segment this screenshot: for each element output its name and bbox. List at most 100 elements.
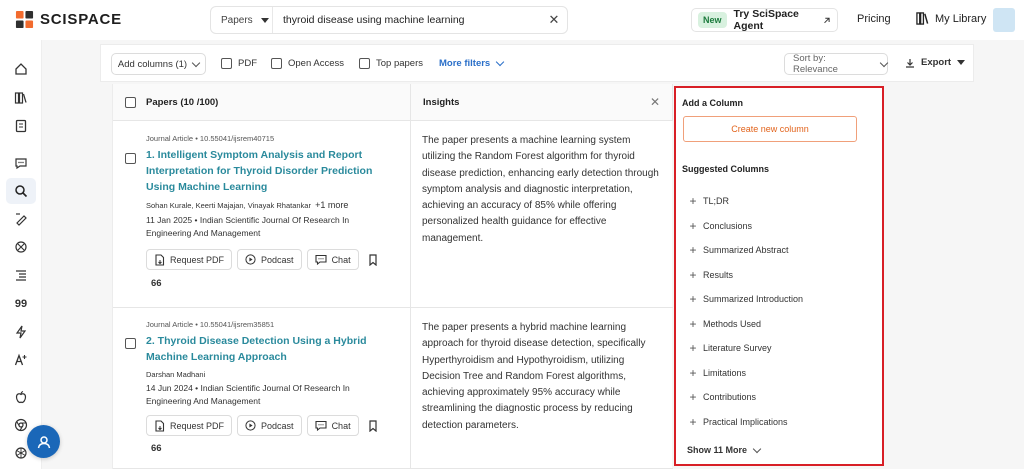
insights-header-label: Insights <box>423 96 460 108</box>
pdf-filter[interactable]: PDF <box>221 58 257 69</box>
ai-detector-icon[interactable] <box>13 239 29 255</box>
suggested-column-item[interactable]: + Contributions <box>689 390 756 404</box>
caret-down-icon <box>260 17 269 23</box>
plus-icon: + <box>689 317 697 331</box>
close-column-icon[interactable]: ✕ <box>650 95 660 109</box>
search-icon[interactable] <box>13 183 29 199</box>
search-input[interactable] <box>273 7 541 33</box>
more-authors-link[interactable]: +1 more <box>315 200 348 210</box>
paper-title-link[interactable]: 1. Intelligent Symptom Analysis and Repo… <box>146 147 401 195</box>
suggested-column-label: Limitations <box>703 368 747 378</box>
notebook-icon[interactable] <box>13 118 29 134</box>
suggested-column-item[interactable]: + Literature Survey <box>689 341 772 355</box>
citation-count: 66 <box>151 443 162 454</box>
scispace-logo-icon <box>15 10 34 29</box>
add-columns-dropdown[interactable]: Add columns (1) <box>111 53 206 75</box>
citation-icon[interactable]: 99 <box>13 296 29 312</box>
open-access-filter[interactable]: Open Access <box>271 58 344 69</box>
apple-icon[interactable] <box>13 389 29 405</box>
open-access-checkbox[interactable] <box>271 58 282 69</box>
pdf-checkbox[interactable] <box>221 58 232 69</box>
suggested-column-item[interactable]: + Practical Implications <box>689 415 787 429</box>
chevron-down-icon <box>495 57 505 67</box>
suggested-column-label: Summarized Abstract <box>703 245 789 255</box>
plus-icon: + <box>689 390 697 404</box>
chat-button[interactable]: Chat <box>306 415 359 436</box>
clear-search-icon[interactable]: ✕ <box>541 12 567 28</box>
publication-info: 14 Jun 2024 • Indian Scientific Journal … <box>146 383 350 406</box>
avatar[interactable] <box>993 8 1015 32</box>
chat-icon[interactable] <box>13 155 29 171</box>
bookmark-icon[interactable] <box>368 419 378 432</box>
bookmark-icon[interactable] <box>368 253 378 266</box>
suggested-column-label: Methods Used <box>703 319 762 329</box>
scispace-logo[interactable]: SCISPACE <box>15 10 122 29</box>
chevron-down-icon <box>191 58 201 67</box>
insight-text: The paper presents a machine learning sy… <box>422 135 659 244</box>
suggested-column-item[interactable]: + Methods Used <box>689 317 761 331</box>
suggested-column-item[interactable]: + Summarized Abstract <box>689 243 789 257</box>
request-pdf-label: Request PDF <box>170 420 225 431</box>
chevron-down-icon <box>752 444 762 453</box>
logo-text: SCISPACE <box>40 11 122 28</box>
paper-actions: Request PDF Podcast Chat <box>146 249 378 270</box>
more-filters-button[interactable]: More filters <box>439 57 505 69</box>
chat-label: Chat <box>331 420 351 431</box>
chat-bubble-icon <box>315 254 327 265</box>
podcast-button[interactable]: Podcast <box>237 249 302 270</box>
try-agent-button[interactable]: New Try SciSpace Agent <box>691 8 838 32</box>
row-checkbox[interactable] <box>125 153 136 164</box>
my-library-link[interactable]: My Library <box>916 12 986 25</box>
suggested-column-label: Conclusions <box>703 221 753 231</box>
suggested-column-item[interactable]: + Limitations <box>689 366 746 380</box>
citation-count: 66 <box>151 278 162 289</box>
bolt-icon[interactable] <box>13 324 29 340</box>
plus-icon: + <box>689 219 697 233</box>
openai-icon[interactable] <box>13 445 29 461</box>
top-header: SCISPACE Papers ✕ New Try SciSpace Agent… <box>0 0 1024 40</box>
filter-toolbar: Add columns (1) PDF Open Access Top pape… <box>100 44 974 82</box>
plus-icon: + <box>689 415 697 429</box>
pdf-label: PDF <box>238 58 257 69</box>
paper-meta: Journal Article • 10.55041/ijsrem35851 <box>146 320 275 329</box>
search-category-label: Papers <box>221 14 253 26</box>
top-papers-checkbox[interactable] <box>359 58 370 69</box>
download-icon <box>906 58 914 68</box>
suggested-column-label: Literature Survey <box>703 343 772 353</box>
podcast-label: Podcast <box>261 420 294 431</box>
library-books-icon[interactable] <box>13 90 29 106</box>
pricing-link[interactable]: Pricing <box>857 13 891 25</box>
select-all-checkbox[interactable] <box>125 96 136 108</box>
paper-title-link[interactable]: 2. Thyroid Disease Detection Using a Hyb… <box>146 333 401 365</box>
search-bar: Papers ✕ <box>210 6 568 34</box>
row-checkbox[interactable] <box>125 338 136 349</box>
suggested-column-item[interactable]: + TL;DR <box>689 194 729 208</box>
publication-info: 11 Jan 2025 • Indian Scientific Journal … <box>146 215 350 238</box>
request-pdf-button[interactable]: Request PDF <box>146 415 233 436</box>
pen-icon[interactable] <box>13 211 29 227</box>
search-category-dropdown[interactable]: Papers <box>211 7 273 33</box>
suggested-column-item[interactable]: + Summarized Introduction <box>689 292 803 306</box>
export-button[interactable]: Export <box>905 57 966 68</box>
podcast-button[interactable]: Podcast <box>237 415 302 436</box>
request-pdf-label: Request PDF <box>170 254 225 265</box>
suggested-column-item[interactable]: + Conclusions <box>689 219 752 233</box>
create-new-column-button[interactable]: Create new column <box>683 116 857 142</box>
chrome-icon[interactable] <box>13 417 29 433</box>
podcast-label: Podcast <box>261 254 294 265</box>
papers-column-header: Papers (10 /100) <box>113 84 411 121</box>
sort-dropdown[interactable]: Sort by: Relevance <box>784 53 889 75</box>
top-papers-filter[interactable]: Top papers <box>359 58 423 69</box>
outline-icon[interactable] <box>13 267 29 283</box>
suggested-column-item[interactable]: + Results <box>689 268 733 282</box>
chat-assistant-button[interactable] <box>27 425 60 458</box>
left-rail: 99 <box>0 40 42 469</box>
suggested-columns-title: Suggested Columns <box>682 164 770 174</box>
request-pdf-button[interactable]: Request PDF <box>146 249 233 270</box>
paraphrase-icon[interactable] <box>13 352 29 368</box>
chat-button[interactable]: Chat <box>306 249 359 270</box>
show-more-button[interactable]: Show 11 More <box>687 444 762 455</box>
plus-icon: + <box>689 243 697 257</box>
suggested-column-label: Contributions <box>703 392 757 402</box>
home-icon[interactable] <box>13 61 29 77</box>
